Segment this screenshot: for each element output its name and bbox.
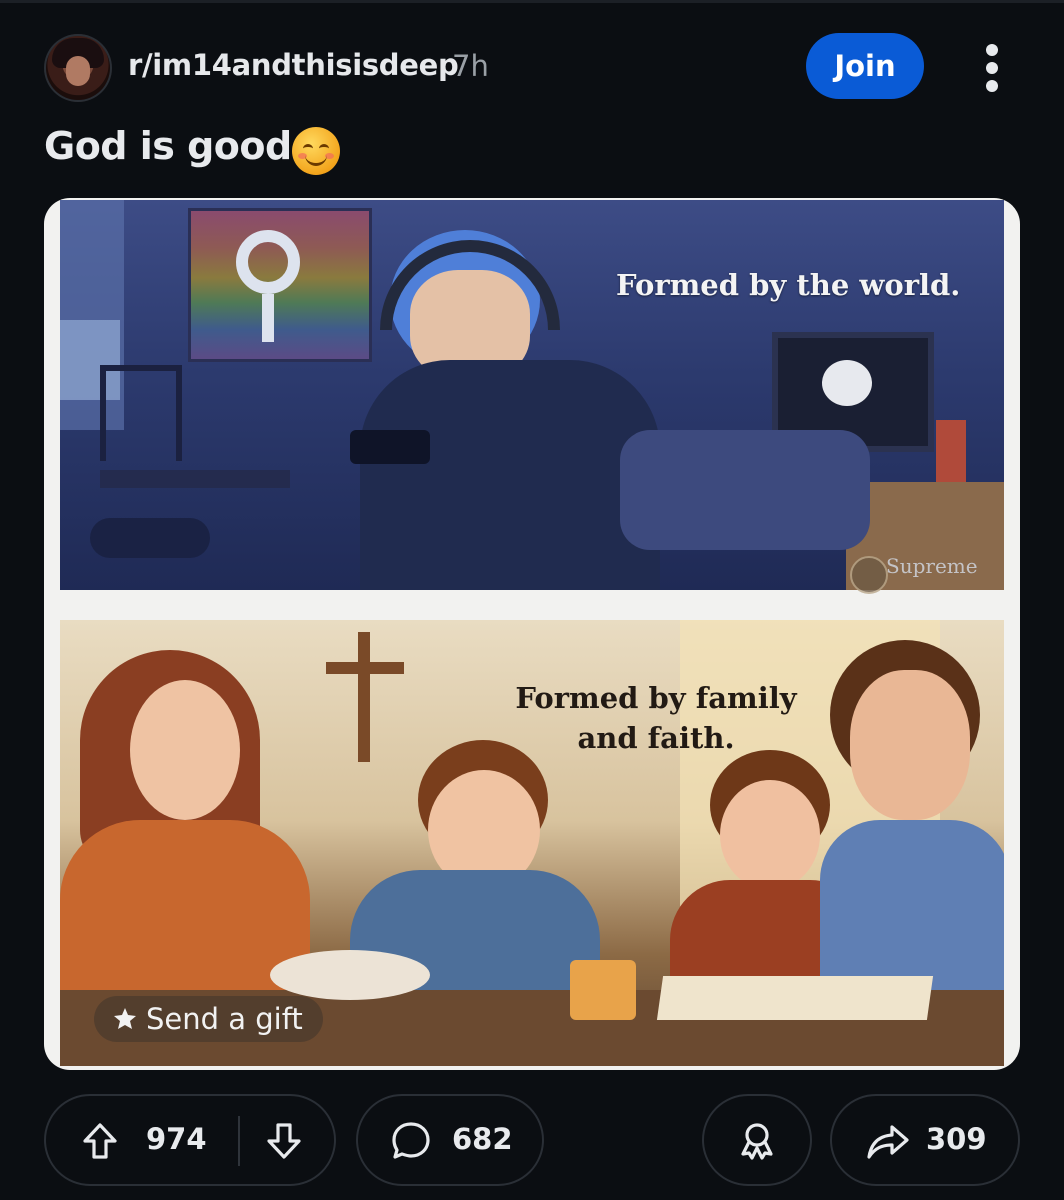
upvote-count: 974 [146, 1122, 207, 1156]
image-panel-world: Formed by the world. [60, 200, 1004, 590]
top-caption: Formed by the world. [616, 268, 961, 302]
send-gift-button[interactable]: Send a gift [94, 996, 323, 1042]
subreddit-name[interactable]: r/im14andthisisdeep [128, 48, 459, 82]
comment-icon [392, 1122, 430, 1159]
bottom-caption-line2: and faith. [577, 721, 735, 755]
vote-divider [238, 1116, 240, 1166]
post-time: 7h [452, 49, 489, 83]
comment-count: 682 [452, 1122, 513, 1156]
gift-icon [114, 1008, 136, 1029]
top-divider [0, 0, 1064, 3]
award-button[interactable] [702, 1094, 812, 1186]
watermark-text: Supreme [886, 554, 978, 578]
smiling-emoji-icon [292, 127, 340, 175]
award-icon [741, 1123, 773, 1160]
bottom-caption: Formed by family and faith. [506, 678, 806, 758]
subreddit-avatar[interactable] [44, 34, 112, 102]
bottom-caption-line1: Formed by family [515, 681, 797, 715]
downvote-icon[interactable] [266, 1122, 302, 1160]
watermark-logo [850, 556, 888, 594]
post-title[interactable]: God is good [44, 124, 292, 168]
comments-button[interactable]: 682 [356, 1094, 544, 1186]
join-button[interactable]: Join [806, 33, 924, 99]
share-button[interactable]: 309 [830, 1094, 1020, 1186]
more-vertical-icon[interactable] [978, 42, 1006, 94]
share-count: 309 [926, 1122, 987, 1156]
post-image[interactable]: Formed by the world. Supreme Formed by f… [44, 198, 1020, 1070]
send-gift-label: Send a gift [146, 1002, 303, 1036]
vote-bar: 974 [44, 1094, 336, 1186]
upvote-icon[interactable] [82, 1122, 118, 1160]
share-icon [867, 1125, 909, 1159]
